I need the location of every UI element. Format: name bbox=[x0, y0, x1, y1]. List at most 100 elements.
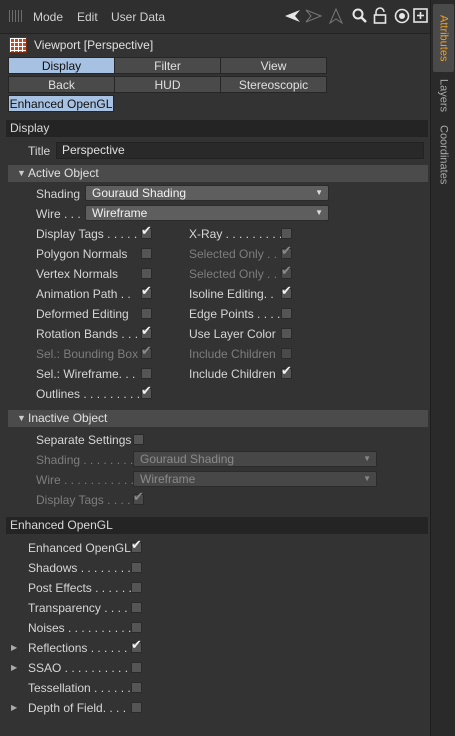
shading-label: Shading bbox=[36, 187, 81, 201]
checkmark-icon: ✔ bbox=[131, 637, 142, 652]
panel-title-bar: Viewport [Perspective] bbox=[0, 34, 430, 56]
option-label: Transparency . . . . bbox=[28, 601, 128, 615]
option-checkbox[interactable]: ✔ bbox=[131, 638, 142, 653]
tab-coordinates[interactable]: Coordinates bbox=[433, 120, 454, 190]
wire-dropdown[interactable]: Wireframe ▼ bbox=[85, 205, 329, 221]
expand-triangle-icon[interactable]: ▶ bbox=[11, 703, 17, 712]
option-checkbox[interactable] bbox=[131, 662, 142, 673]
shading-value: Gouraud Shading bbox=[92, 186, 187, 200]
tab-back[interactable]: Back bbox=[8, 76, 115, 93]
tab-layers[interactable]: Layers bbox=[433, 74, 454, 118]
side-tabs: Attributes Layers Coordinates bbox=[430, 0, 455, 736]
section-display-heading: Display bbox=[6, 120, 428, 137]
inactive-wire-value: Wireframe bbox=[140, 472, 196, 486]
checkmark-icon: ✔ bbox=[141, 323, 152, 338]
inactive-display-tags-label: Display Tags . . . . . bbox=[36, 493, 138, 507]
title-field[interactable]: Perspective bbox=[56, 142, 424, 159]
tab-view[interactable]: View bbox=[220, 57, 327, 74]
option-checkbox[interactable] bbox=[131, 682, 142, 693]
option-checkbox[interactable]: ✔ bbox=[141, 284, 152, 299]
option-checkbox[interactable] bbox=[281, 228, 292, 239]
option-label: Enhanced OpenGL bbox=[28, 541, 131, 555]
inactive-wire-dropdown[interactable]: Wireframe ▼ bbox=[133, 471, 377, 487]
lock-icon[interactable] bbox=[371, 7, 389, 25]
target-icon[interactable] bbox=[393, 7, 411, 25]
option-label: Depth of Field. . . . bbox=[28, 701, 127, 715]
option-label: Tessellation . . . . . . . bbox=[28, 681, 138, 695]
option-label: X-Ray . . . . . . . . . bbox=[189, 227, 283, 241]
option-checkbox[interactable]: ✔ bbox=[141, 344, 152, 359]
tab-attributes[interactable]: Attributes bbox=[433, 4, 454, 72]
menu-user-data[interactable]: User Data bbox=[111, 10, 165, 24]
menu-mode[interactable]: Mode bbox=[33, 10, 63, 24]
expand-triangle-icon[interactable]: ▶ bbox=[11, 663, 17, 672]
inactive-shading-dropdown[interactable]: Gouraud Shading ▼ bbox=[133, 451, 377, 467]
group-active-object[interactable]: ▼ Active Object bbox=[8, 165, 428, 182]
option-checkbox[interactable] bbox=[281, 308, 292, 319]
expand-triangle-icon[interactable]: ▶ bbox=[11, 643, 17, 652]
option-label: Edge Points . . . . . bbox=[189, 307, 288, 321]
tab-enhanced-opengl[interactable]: Enhanced OpenGL bbox=[8, 95, 114, 112]
option-checkbox[interactable] bbox=[281, 328, 292, 339]
option-checkbox[interactable]: ✔ bbox=[281, 284, 292, 299]
option-checkbox[interactable] bbox=[141, 248, 152, 259]
tab-stereoscopic[interactable]: Stereoscopic bbox=[220, 76, 327, 93]
inactive-display-tags-checkbox[interactable]: ✔ bbox=[133, 490, 144, 505]
option-label: Include Children bbox=[189, 347, 276, 361]
new-panel-icon[interactable] bbox=[412, 7, 430, 25]
option-checkbox[interactable]: ✔ bbox=[131, 538, 142, 553]
tab-display[interactable]: Display bbox=[8, 57, 115, 74]
panel-title: Viewport [Perspective] bbox=[34, 38, 154, 52]
option-label: Shadows . . . . . . . . . bbox=[28, 561, 138, 575]
checkmark-icon: ✔ bbox=[131, 537, 142, 552]
group-inactive-object[interactable]: ▼ Inactive Object bbox=[8, 410, 428, 427]
tab-attributes-label: Attributes bbox=[437, 14, 450, 62]
collapse-triangle-icon: ▼ bbox=[17, 168, 26, 178]
option-checkbox[interactable] bbox=[141, 308, 152, 319]
back-arrow-icon[interactable] bbox=[283, 7, 301, 25]
inactive-shading-label: Shading . . . . . . . . . bbox=[36, 453, 141, 467]
menu-edit[interactable]: Edit bbox=[77, 10, 98, 24]
title-label: Title bbox=[28, 144, 51, 158]
option-checkbox[interactable] bbox=[131, 562, 142, 573]
tab-filter[interactable]: Filter bbox=[114, 57, 221, 74]
separate-settings-checkbox[interactable] bbox=[133, 434, 144, 445]
option-label: Polygon Normals bbox=[36, 247, 128, 261]
checkmark-icon: ✔ bbox=[141, 223, 152, 238]
panel-grip-icon[interactable] bbox=[9, 10, 23, 22]
option-checkbox[interactable]: ✔ bbox=[141, 324, 152, 339]
chevron-down-icon: ▼ bbox=[363, 474, 371, 483]
search-icon[interactable] bbox=[351, 7, 369, 25]
section-enhanced-opengl-heading: Enhanced OpenGL bbox=[6, 517, 428, 534]
checkmark-icon: ✔ bbox=[281, 243, 292, 258]
option-checkbox[interactable] bbox=[131, 622, 142, 633]
group-inactive-object-label: Inactive Object bbox=[28, 411, 108, 425]
separate-settings-label: Separate Settings bbox=[36, 433, 132, 447]
shading-dropdown[interactable]: Gouraud Shading ▼ bbox=[85, 185, 329, 201]
option-checkbox[interactable]: ✔ bbox=[281, 264, 292, 279]
option-label: Sel.: Bounding Box bbox=[36, 347, 139, 361]
collapse-triangle-icon: ▼ bbox=[17, 413, 26, 423]
option-label: Reflections . . . . . . . bbox=[28, 641, 135, 655]
checkmark-icon: ✔ bbox=[281, 363, 292, 378]
checkmark-icon: ✔ bbox=[141, 383, 152, 398]
checkmark-icon: ✔ bbox=[133, 489, 144, 504]
wire-label: Wire . . . bbox=[36, 207, 81, 221]
option-label: Use Layer Color bbox=[189, 327, 276, 341]
tab-hud[interactable]: HUD bbox=[114, 76, 221, 93]
option-checkbox[interactable]: ✔ bbox=[281, 244, 292, 259]
forward-arrow-icon[interactable] bbox=[305, 7, 323, 25]
option-checkbox[interactable] bbox=[281, 348, 292, 359]
checkmark-icon: ✔ bbox=[281, 263, 292, 278]
chevron-down-icon: ▼ bbox=[363, 454, 371, 463]
option-checkbox[interactable] bbox=[131, 582, 142, 593]
option-checkbox[interactable]: ✔ bbox=[141, 384, 152, 399]
option-checkbox[interactable]: ✔ bbox=[141, 224, 152, 239]
option-checkbox[interactable] bbox=[131, 602, 142, 613]
option-checkbox[interactable] bbox=[131, 702, 142, 713]
option-checkbox[interactable]: ✔ bbox=[281, 364, 292, 379]
option-checkbox[interactable] bbox=[141, 268, 152, 279]
option-checkbox[interactable] bbox=[141, 368, 152, 379]
option-label: Noises . . . . . . . . . . . bbox=[28, 621, 139, 635]
up-arrow-icon[interactable] bbox=[327, 7, 345, 25]
